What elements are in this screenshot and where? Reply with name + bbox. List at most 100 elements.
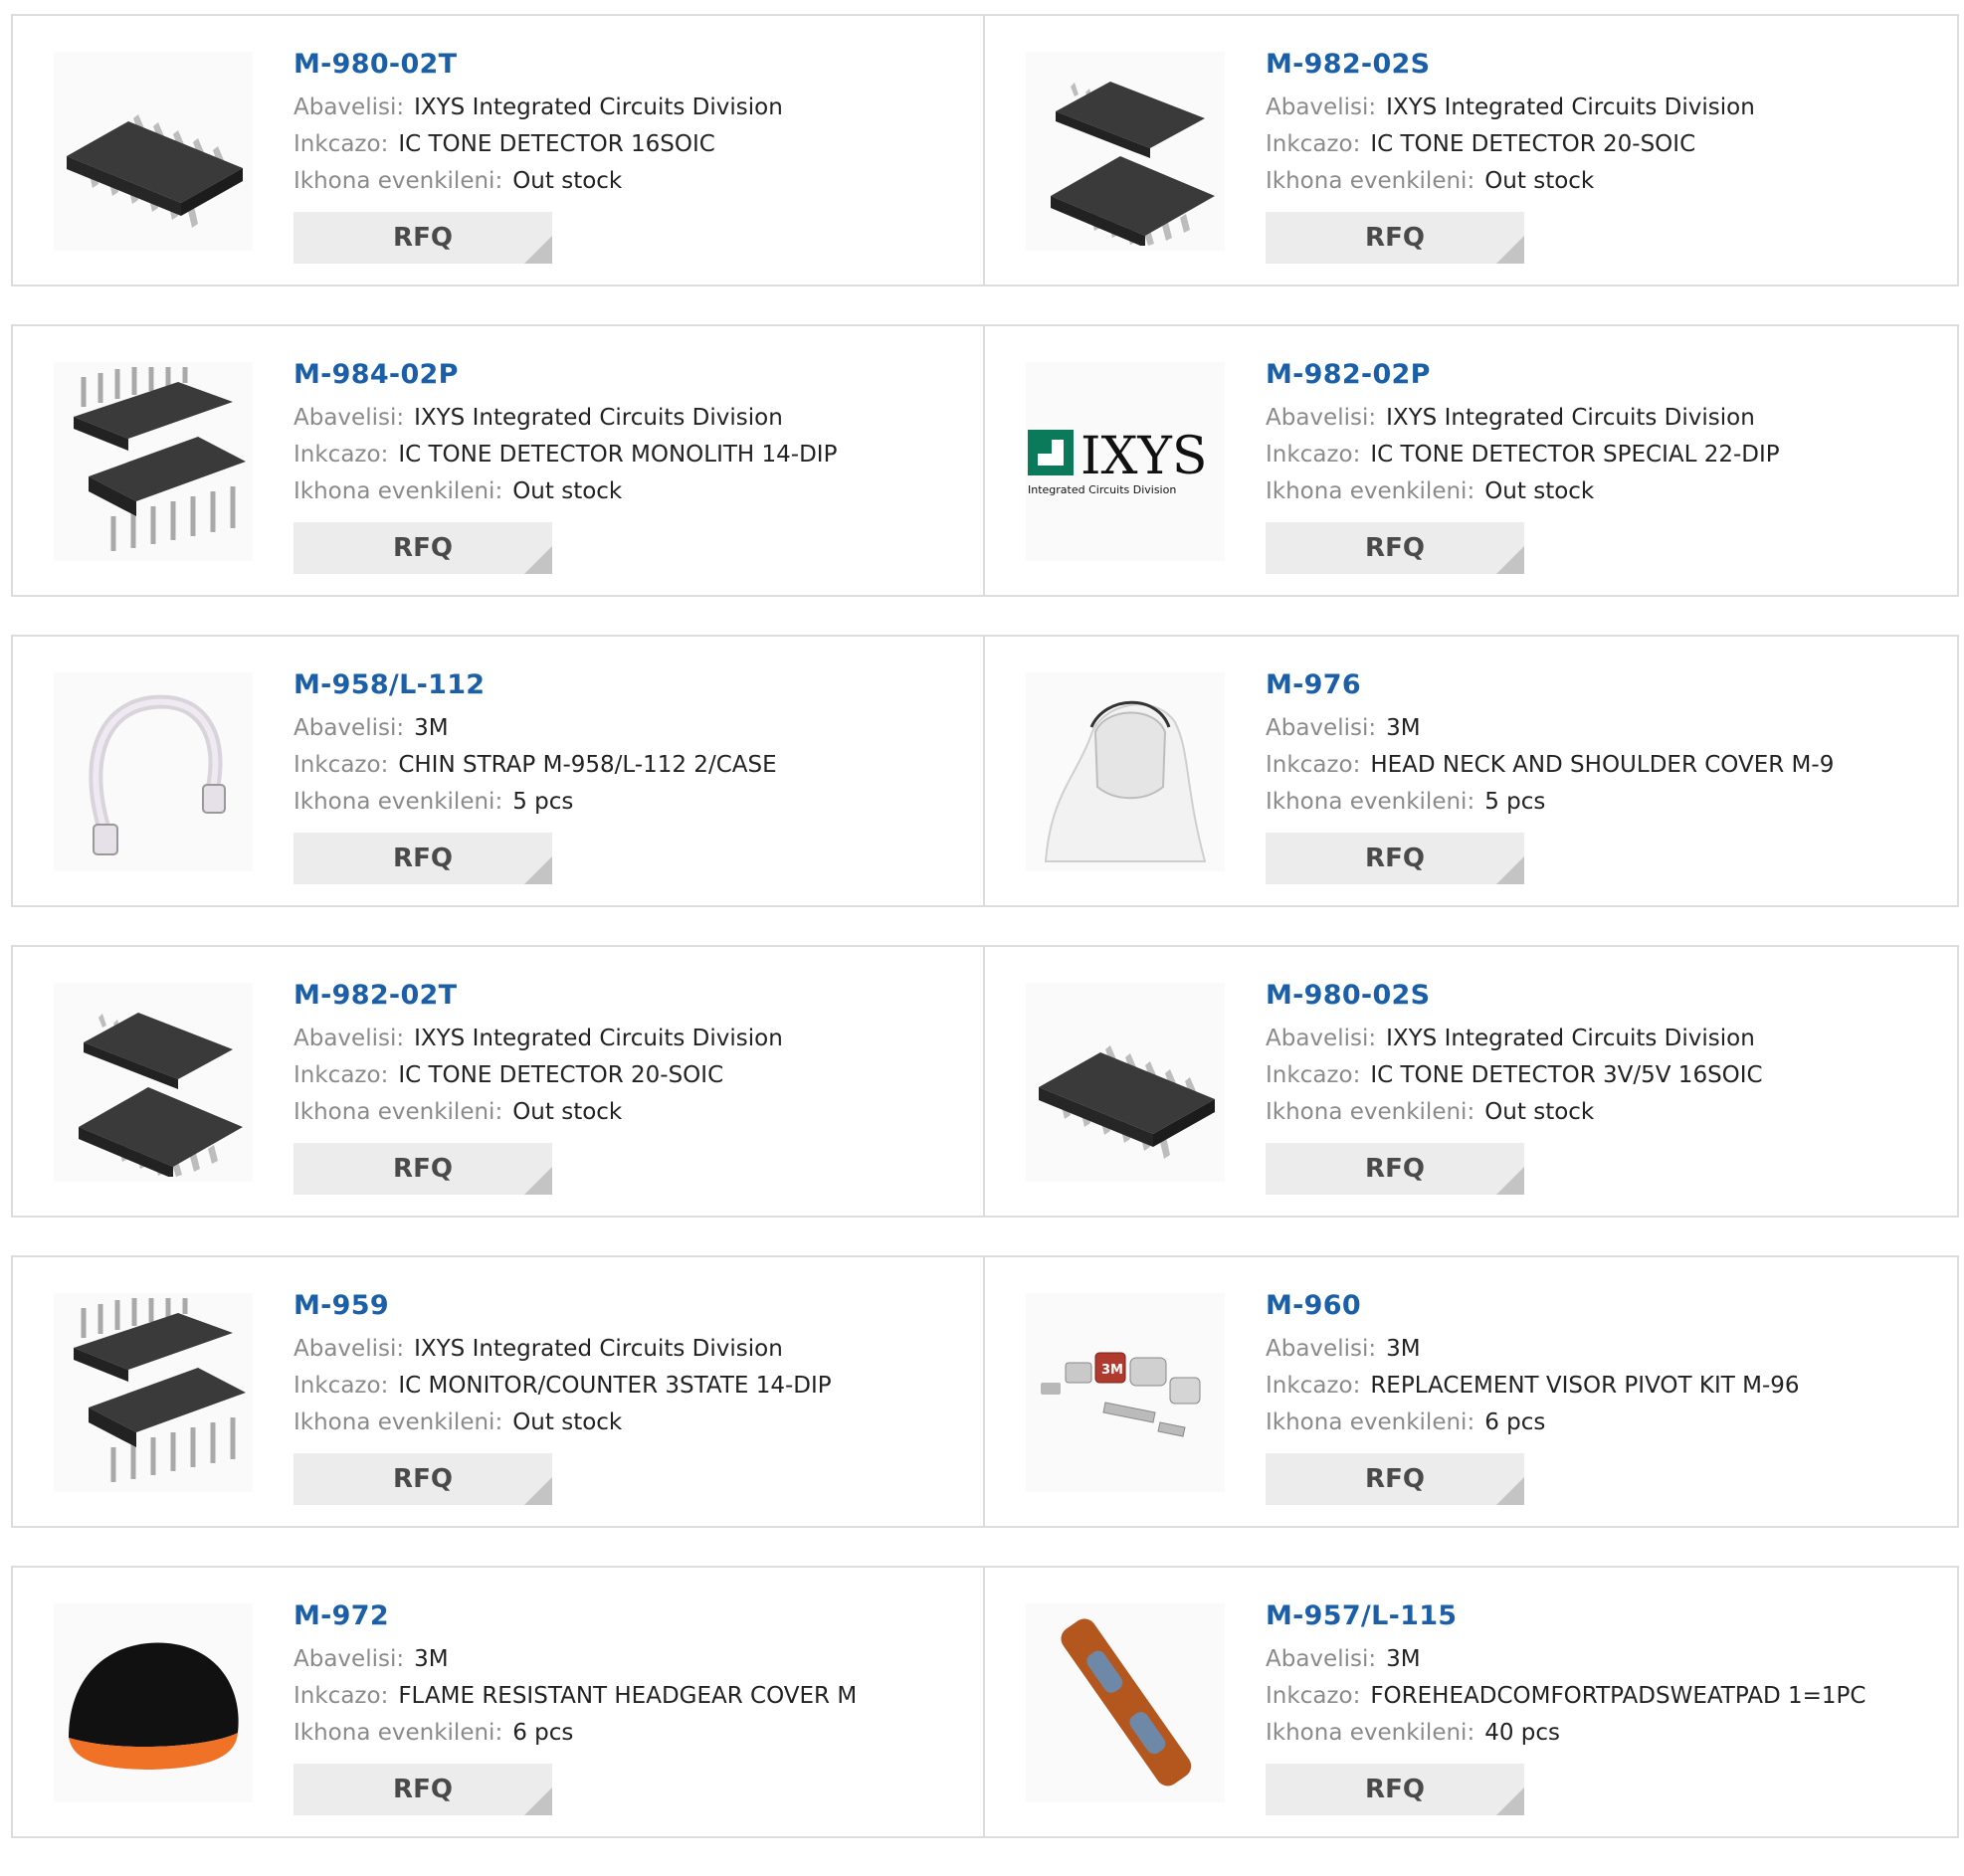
rfq-button-label: RFQ xyxy=(393,223,453,253)
rfq-button[interactable]: RFQ xyxy=(294,522,552,574)
product-image[interactable] xyxy=(54,1293,253,1492)
rfq-button[interactable]: RFQ xyxy=(1266,522,1524,574)
part-number-link[interactable]: M-982-02P xyxy=(1266,354,1937,396)
product-info: M-982-02P Abavelisi: IXYS Integrated Circu… xyxy=(1266,354,1937,574)
svg-text:Integrated Circuits Division: Integrated Circuits Division xyxy=(1028,483,1176,496)
manufacturer-label: Abavelisi: xyxy=(294,94,405,120)
product-image[interactable] xyxy=(1026,672,1225,871)
product-image[interactable]: IXYS Integrated Circuits Division xyxy=(1026,362,1225,561)
rfq-button-label: RFQ xyxy=(1365,1775,1425,1804)
part-number-link[interactable]: M-982-02T xyxy=(294,975,963,1017)
description: Inkcazo: CHIN STRAP M-958/L-112 2/CASE xyxy=(294,747,963,784)
stock-label: Ikhona evenkileni: xyxy=(1266,478,1475,504)
description-label: Inkcazo: xyxy=(294,1683,389,1709)
corner-decoration xyxy=(1496,1477,1524,1505)
part-number-link[interactable]: M-960 xyxy=(1266,1285,1937,1327)
description-value: HEAD NECK AND SHOULDER COVER M-9 xyxy=(1370,752,1835,778)
manufacturer-value: 3M xyxy=(1386,1646,1421,1672)
description-label: Inkcazo: xyxy=(1266,1062,1361,1088)
product-image[interactable] xyxy=(54,983,253,1182)
manufacturer-value: IXYS Integrated Circuits Division xyxy=(1386,1026,1755,1051)
part-number-link[interactable]: M-972 xyxy=(294,1595,963,1637)
product-card: IXYS Integrated Circuits Division M-982-… xyxy=(985,326,1957,595)
rfq-button[interactable]: RFQ xyxy=(294,1453,552,1505)
product-info: M-959 Abavelisi: IXYS Integrated Circuits … xyxy=(294,1285,963,1505)
rfq-button[interactable]: RFQ xyxy=(294,833,552,884)
product-image[interactable]: 3M xyxy=(1026,1293,1225,1492)
stock-label: Ikhona evenkileni: xyxy=(1266,1720,1475,1746)
rfq-button[interactable]: RFQ xyxy=(294,212,552,264)
part-number-link[interactable]: M-984-02P xyxy=(294,354,963,396)
rfq-button[interactable]: RFQ xyxy=(1266,212,1524,264)
product-card: M-972 Abavelisi: 3M Inkcazo: FLAME RESISTANT… xyxy=(13,1568,985,1836)
corner-decoration xyxy=(524,856,552,884)
rfq-button-label: RFQ xyxy=(393,1775,453,1804)
description: Inkcazo: IC TONE DETECTOR 16SOIC xyxy=(294,126,963,163)
stock-label: Ikhona evenkileni: xyxy=(294,1099,503,1125)
corner-decoration xyxy=(524,1167,552,1195)
svg-text:IXYS: IXYS xyxy=(1080,427,1208,486)
svg-text:3M: 3M xyxy=(1101,1363,1123,1378)
stock-label: Ikhona evenkileni: xyxy=(294,789,503,815)
product-image[interactable] xyxy=(54,362,253,561)
description: Inkcazo: REPLACEMENT VISOR PIVOT KIT M-96 xyxy=(1266,1368,1937,1405)
manufacturer: Abavelisi: 3M xyxy=(294,1641,963,1678)
stock-value: Out stock xyxy=(512,1409,623,1435)
corner-decoration xyxy=(1496,856,1524,884)
part-number-link[interactable]: M-980-02S xyxy=(1266,975,1937,1017)
part-number-link[interactable]: M-957/L-115 xyxy=(1266,1595,1937,1637)
product-image[interactable] xyxy=(54,52,253,251)
product-image[interactable] xyxy=(54,672,253,871)
rfq-button[interactable]: RFQ xyxy=(294,1764,552,1815)
product-image[interactable] xyxy=(1026,1603,1225,1802)
product-row: M-982-02T Abavelisi: IXYS Integrated Circu… xyxy=(11,945,1959,1218)
manufacturer-label: Abavelisi: xyxy=(1266,1336,1377,1362)
manufacturer: Abavelisi: IXYS Integrated Circuits Divis… xyxy=(1266,90,1937,126)
product-info: M-980-02T Abavelisi: IXYS Integrated Circu… xyxy=(294,44,963,264)
description-value: IC TONE DETECTOR MONOLITH 14-DIP xyxy=(398,442,838,468)
rfq-button[interactable]: RFQ xyxy=(1266,833,1524,884)
stock-value: Out stock xyxy=(512,1099,623,1125)
product-image[interactable] xyxy=(54,1603,253,1802)
manufacturer: Abavelisi: 3M xyxy=(1266,710,1937,747)
manufacturer-label: Abavelisi: xyxy=(1266,715,1377,741)
product-image[interactable] xyxy=(1026,983,1225,1182)
description-label: Inkcazo: xyxy=(294,442,389,468)
product-info: M-976 Abavelisi: 3M Inkcazo: HEAD NECK AND S… xyxy=(1266,664,1937,884)
description-value: REPLACEMENT VISOR PIVOT KIT M-96 xyxy=(1370,1373,1800,1399)
stock-value: Out stock xyxy=(512,478,623,504)
product-row: M-958/L-112 Abavelisi: 3M Inkcazo: CHIN STRA… xyxy=(11,635,1959,907)
corner-decoration xyxy=(524,236,552,264)
rfq-button-label: RFQ xyxy=(1365,1154,1425,1184)
manufacturer-value: IXYS Integrated Circuits Division xyxy=(414,1336,783,1362)
corner-decoration xyxy=(524,546,552,574)
part-number-link[interactable]: M-980-02T xyxy=(294,44,963,86)
manufacturer-label: Abavelisi: xyxy=(294,1026,405,1051)
description-value: IC MONITOR/COUNTER 3STATE 14-DIP xyxy=(398,1373,832,1399)
rfq-button[interactable]: RFQ xyxy=(294,1143,552,1195)
corner-decoration xyxy=(524,1477,552,1505)
stock: Ikhona evenkileni: Out stock xyxy=(294,473,963,510)
product-info: M-960 Abavelisi: 3M Inkcazo: REPLACEMENT VIS… xyxy=(1266,1285,1937,1505)
part-number-link[interactable]: M-959 xyxy=(294,1285,963,1327)
stock: Ikhona evenkileni: 5 pcs xyxy=(294,784,963,821)
product-image[interactable] xyxy=(1026,52,1225,251)
rfq-button[interactable]: RFQ xyxy=(1266,1764,1524,1815)
part-number-link[interactable]: M-982-02S xyxy=(1266,44,1937,86)
rfq-button[interactable]: RFQ xyxy=(1266,1453,1524,1505)
part-number-link[interactable]: M-976 xyxy=(1266,664,1937,706)
rfq-button[interactable]: RFQ xyxy=(1266,1143,1524,1195)
part-number-link[interactable]: M-958/L-112 xyxy=(294,664,963,706)
stock-label: Ikhona evenkileni: xyxy=(1266,789,1475,815)
manufacturer-value: IXYS Integrated Circuits Division xyxy=(1386,94,1755,120)
description: Inkcazo: IC TONE DETECTOR 20-SOIC xyxy=(1266,126,1937,163)
description-label: Inkcazo: xyxy=(1266,752,1361,778)
rfq-button-label: RFQ xyxy=(393,533,453,563)
stock: Ikhona evenkileni: Out stock xyxy=(1266,1094,1937,1131)
rfq-button-label: RFQ xyxy=(393,844,453,873)
description-value: IC TONE DETECTOR 3V/5V 16SOIC xyxy=(1370,1062,1763,1088)
manufacturer-value: IXYS Integrated Circuits Division xyxy=(1386,405,1755,431)
manufacturer: Abavelisi: IXYS Integrated Circuits Divis… xyxy=(1266,1021,1937,1057)
manufacturer: Abavelisi: IXYS Integrated Circuits Divis… xyxy=(294,90,963,126)
product-info: M-984-02P Abavelisi: IXYS Integrated Circu… xyxy=(294,354,963,574)
